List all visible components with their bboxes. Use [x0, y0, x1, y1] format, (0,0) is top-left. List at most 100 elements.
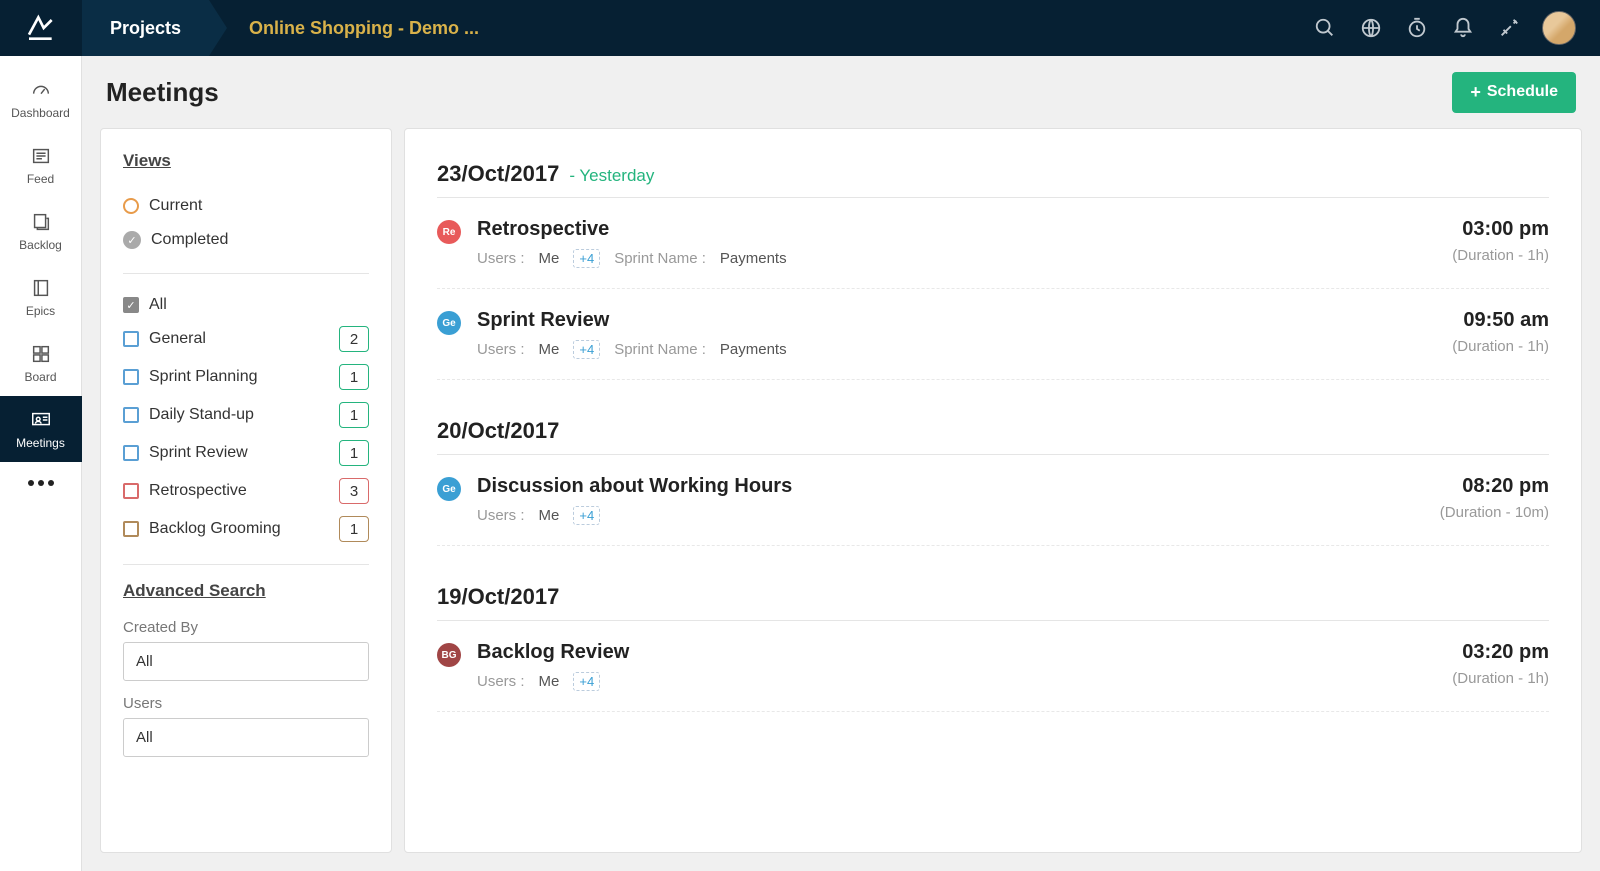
- tools-icon[interactable]: [1496, 15, 1522, 41]
- nav-label: Feed: [27, 172, 54, 186]
- checkbox-icon: [123, 331, 139, 347]
- advanced-heading: Advanced Search: [123, 581, 369, 601]
- meeting-duration: (Duration - 1h): [1452, 670, 1549, 687]
- view-current-label: Current: [149, 197, 202, 215]
- schedule-button[interactable]: + Schedule: [1452, 72, 1576, 113]
- sprint-label: Sprint Name :: [614, 250, 706, 267]
- sprint-label: Sprint Name :: [614, 341, 706, 358]
- meeting-tag-icon: Ge: [437, 311, 461, 335]
- users-select[interactable]: All: [123, 718, 369, 757]
- bell-icon[interactable]: [1450, 15, 1476, 41]
- filter-category[interactable]: Sprint Planning 1: [123, 358, 369, 396]
- meeting-duration: (Duration - 10m): [1440, 504, 1549, 521]
- left-nav: Dashboard Feed Backlog Epics Board Meeti…: [0, 56, 82, 871]
- category-label: Backlog Grooming: [149, 520, 281, 538]
- grid-icon: [29, 342, 53, 366]
- users-label: Users: [123, 695, 369, 712]
- view-completed[interactable]: ✓ Completed: [123, 223, 369, 257]
- category-count: 2: [339, 326, 369, 352]
- nav-label: Backlog: [19, 238, 62, 252]
- timer-icon[interactable]: [1404, 15, 1430, 41]
- users-me: Me: [539, 673, 560, 690]
- filter-category[interactable]: Daily Stand-up1: [123, 396, 369, 434]
- users-label: Users :: [477, 673, 525, 690]
- meeting-row[interactable]: Ge Sprint Review Users : Me +4 Sprint Na…: [437, 289, 1549, 380]
- users-extra-badge[interactable]: +4: [573, 249, 600, 268]
- date-header: 20/Oct/2017: [437, 418, 1549, 455]
- category-label: Sprint Review: [149, 444, 248, 462]
- category-label: Sprint Planning: [149, 368, 258, 386]
- meeting-time: 09:50 am: [1452, 309, 1549, 332]
- category-count: 3: [339, 478, 369, 504]
- users-me: Me: [539, 250, 560, 267]
- page-title: Meetings: [106, 77, 219, 108]
- breadcrumb-projects[interactable]: Projects: [82, 0, 209, 56]
- users-extra-badge[interactable]: +4: [573, 506, 600, 525]
- meetings-list: 23/Oct/2017 - Yesterday Re Retrospective …: [404, 128, 1582, 853]
- users-label: Users :: [477, 341, 525, 358]
- category-count: 1: [339, 516, 369, 542]
- view-completed-label: Completed: [151, 231, 228, 249]
- meeting-tag-icon: Re: [437, 220, 461, 244]
- category-count: 1: [339, 440, 369, 466]
- news-icon: [29, 144, 53, 168]
- book-icon: [29, 276, 53, 300]
- nav-dashboard[interactable]: Dashboard: [0, 66, 82, 132]
- meeting-tag-icon: Ge: [437, 477, 461, 501]
- content-header: Meetings + Schedule: [82, 56, 1600, 128]
- sprint-name: Payments: [720, 250, 787, 267]
- nav-label: Dashboard: [11, 106, 70, 120]
- users-extra-badge[interactable]: +4: [573, 672, 600, 691]
- date-text: 20/Oct/2017: [437, 418, 559, 444]
- sprint-name: Payments: [720, 341, 787, 358]
- created-by-select[interactable]: All: [123, 642, 369, 681]
- category-count: 1: [339, 364, 369, 390]
- schedule-label: Schedule: [1487, 83, 1558, 101]
- category-label: Retrospective: [149, 482, 247, 500]
- app-logo[interactable]: [0, 12, 82, 44]
- nav-backlog[interactable]: Backlog: [0, 198, 82, 264]
- filter-category[interactable]: Backlog Grooming 1: [123, 510, 369, 548]
- filter-all[interactable]: ✓ All: [123, 290, 369, 320]
- date-text: 23/Oct/2017: [437, 161, 559, 187]
- nav-label: Board: [24, 370, 56, 384]
- meeting-time: 03:00 pm: [1452, 218, 1549, 241]
- divider: [123, 273, 369, 274]
- search-icon[interactable]: [1312, 15, 1338, 41]
- nav-more[interactable]: [0, 462, 82, 504]
- date-header: 23/Oct/2017 - Yesterday: [437, 161, 1549, 198]
- topbar-actions: [1312, 11, 1600, 45]
- filter-category[interactable]: Sprint Review 1: [123, 434, 369, 472]
- nav-feed[interactable]: Feed: [0, 132, 82, 198]
- nav-epics[interactable]: Epics: [0, 264, 82, 330]
- filter-category[interactable]: General 2: [123, 320, 369, 358]
- nav-board[interactable]: Board: [0, 330, 82, 396]
- meeting-time: 03:20 pm: [1452, 641, 1549, 664]
- users-extra-badge[interactable]: +4: [573, 340, 600, 359]
- meeting-tag-icon: BG: [437, 643, 461, 667]
- globe-icon[interactable]: [1358, 15, 1384, 41]
- category-count: 1: [339, 402, 369, 428]
- meeting-row[interactable]: Re Retrospective Users : Me +4 Sprint Na…: [437, 198, 1549, 289]
- meeting-row[interactable]: Ge Discussion about Working Hours Users …: [437, 455, 1549, 546]
- category-label: General: [149, 330, 206, 348]
- views-heading: Views: [123, 151, 369, 171]
- checkbox-icon: [123, 445, 139, 461]
- radio-check-icon: ✓: [123, 231, 141, 249]
- meeting-title: Sprint Review: [477, 309, 1452, 332]
- filter-pane: Views Current ✓ Completed ✓ All General 2…: [100, 128, 392, 853]
- meeting-duration: (Duration - 1h): [1452, 247, 1549, 264]
- checkbox-icon: [123, 521, 139, 537]
- checkbox-checked-icon: ✓: [123, 297, 139, 313]
- date-header: 19/Oct/2017: [437, 584, 1549, 621]
- meeting-row[interactable]: BG Backlog Review Users : Me +4 03:20 pm…: [437, 621, 1549, 712]
- radio-open-icon: [123, 198, 139, 214]
- breadcrumb-project-name[interactable]: Online Shopping - Demo ...: [209, 0, 507, 56]
- users-me: Me: [539, 507, 560, 524]
- view-current[interactable]: Current: [123, 189, 369, 223]
- nav-meetings[interactable]: Meetings: [0, 396, 82, 462]
- user-avatar[interactable]: [1542, 11, 1576, 45]
- filter-category[interactable]: Retrospective 3: [123, 472, 369, 510]
- checkbox-icon: [123, 407, 139, 423]
- date-relative: - Yesterday: [569, 166, 654, 186]
